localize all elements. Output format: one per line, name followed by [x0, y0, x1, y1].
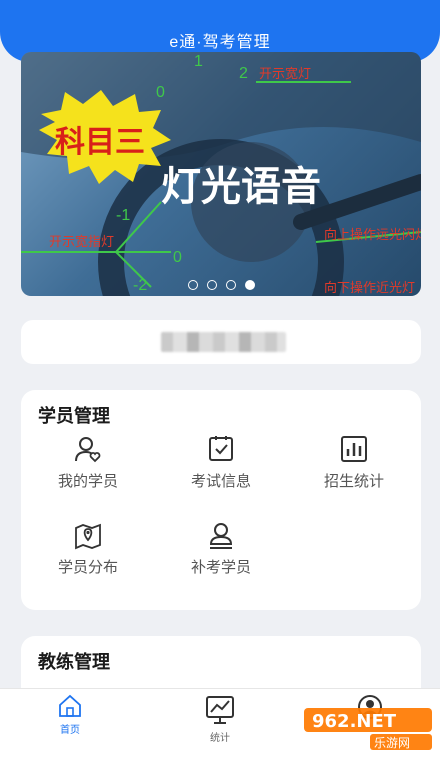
site-watermark-logo: 962.NET 乐游网: [304, 708, 432, 750]
annotation-number: 1: [194, 53, 203, 70]
watermark-text: 962.NET: [312, 711, 397, 732]
chart-icon: [206, 696, 234, 724]
user-info-card[interactable]: [21, 320, 421, 364]
grid-item-label: 我的学员: [57, 473, 118, 490]
section-title: 教练管理: [38, 652, 110, 672]
annotation-text: 向上操作远光闪灯: [324, 227, 421, 242]
grid-item-label: 学员分布: [57, 559, 118, 576]
tab-home[interactable]: 首页: [10, 689, 130, 760]
annotation-number: 0: [156, 84, 165, 101]
carousel-indicators[interactable]: [21, 280, 421, 290]
grid-item-retake-students[interactable]: 补考学员: [154, 520, 288, 590]
grid-item-student-distribution[interactable]: 学员分布: [21, 520, 155, 590]
section-title: 学员管理: [38, 406, 110, 426]
grid-item-label: 补考学员: [190, 559, 251, 576]
grid-item-enrollment-stats[interactable]: 招生统计: [287, 434, 421, 504]
carousel-dot-active[interactable]: [244, 280, 255, 290]
annotation-text: 开示宽指灯: [49, 234, 114, 249]
retake-student-icon: [209, 523, 233, 549]
grid-item-label: 考试信息: [190, 473, 251, 490]
watermark-subtext: 乐游网: [374, 736, 410, 750]
annotation-number: 0: [173, 249, 182, 266]
home-icon: [59, 694, 81, 717]
annotation-number: -1: [116, 207, 130, 224]
carousel-dot[interactable]: [206, 280, 217, 290]
badge-text: 科目三: [55, 125, 145, 160]
exam-info-icon: [209, 436, 233, 461]
app-title: e通·驾考管理: [169, 34, 271, 51]
banner-illustration: 开示宽灯 开示宽指灯 向上操作远光闪灯 向下操作近光灯 1 2 0 -1 -2 …: [21, 52, 421, 296]
carousel-dot[interactable]: [187, 280, 198, 290]
grid-item-label: 招生统计: [323, 473, 384, 490]
redacted-user-name: [161, 332, 286, 352]
enrollment-stats-icon: [341, 436, 367, 462]
tab-stats[interactable]: 统计: [160, 689, 280, 760]
students-icon: [75, 437, 101, 463]
tab-label: 统计: [210, 733, 230, 744]
tab-label: 首页: [60, 725, 80, 736]
grid-item-exam-info[interactable]: 考试信息: [154, 434, 288, 504]
carousel-dot[interactable]: [225, 280, 236, 290]
student-management-section: 学员管理 我的学员 考试信息 招生统计 学员分布 补考学员: [21, 390, 421, 610]
promo-banner[interactable]: 开示宽灯 开示宽指灯 向上操作远光闪灯 向下操作近光灯 1 2 0 -1 -2 …: [21, 52, 421, 296]
banner-headline: 灯光语音: [161, 164, 321, 210]
map-pin-icon: [75, 523, 101, 550]
grid-item-my-students[interactable]: 我的学员: [21, 434, 155, 504]
annotation-text: 开示宽灯: [259, 66, 311, 81]
annotation-number: 2: [239, 65, 248, 82]
